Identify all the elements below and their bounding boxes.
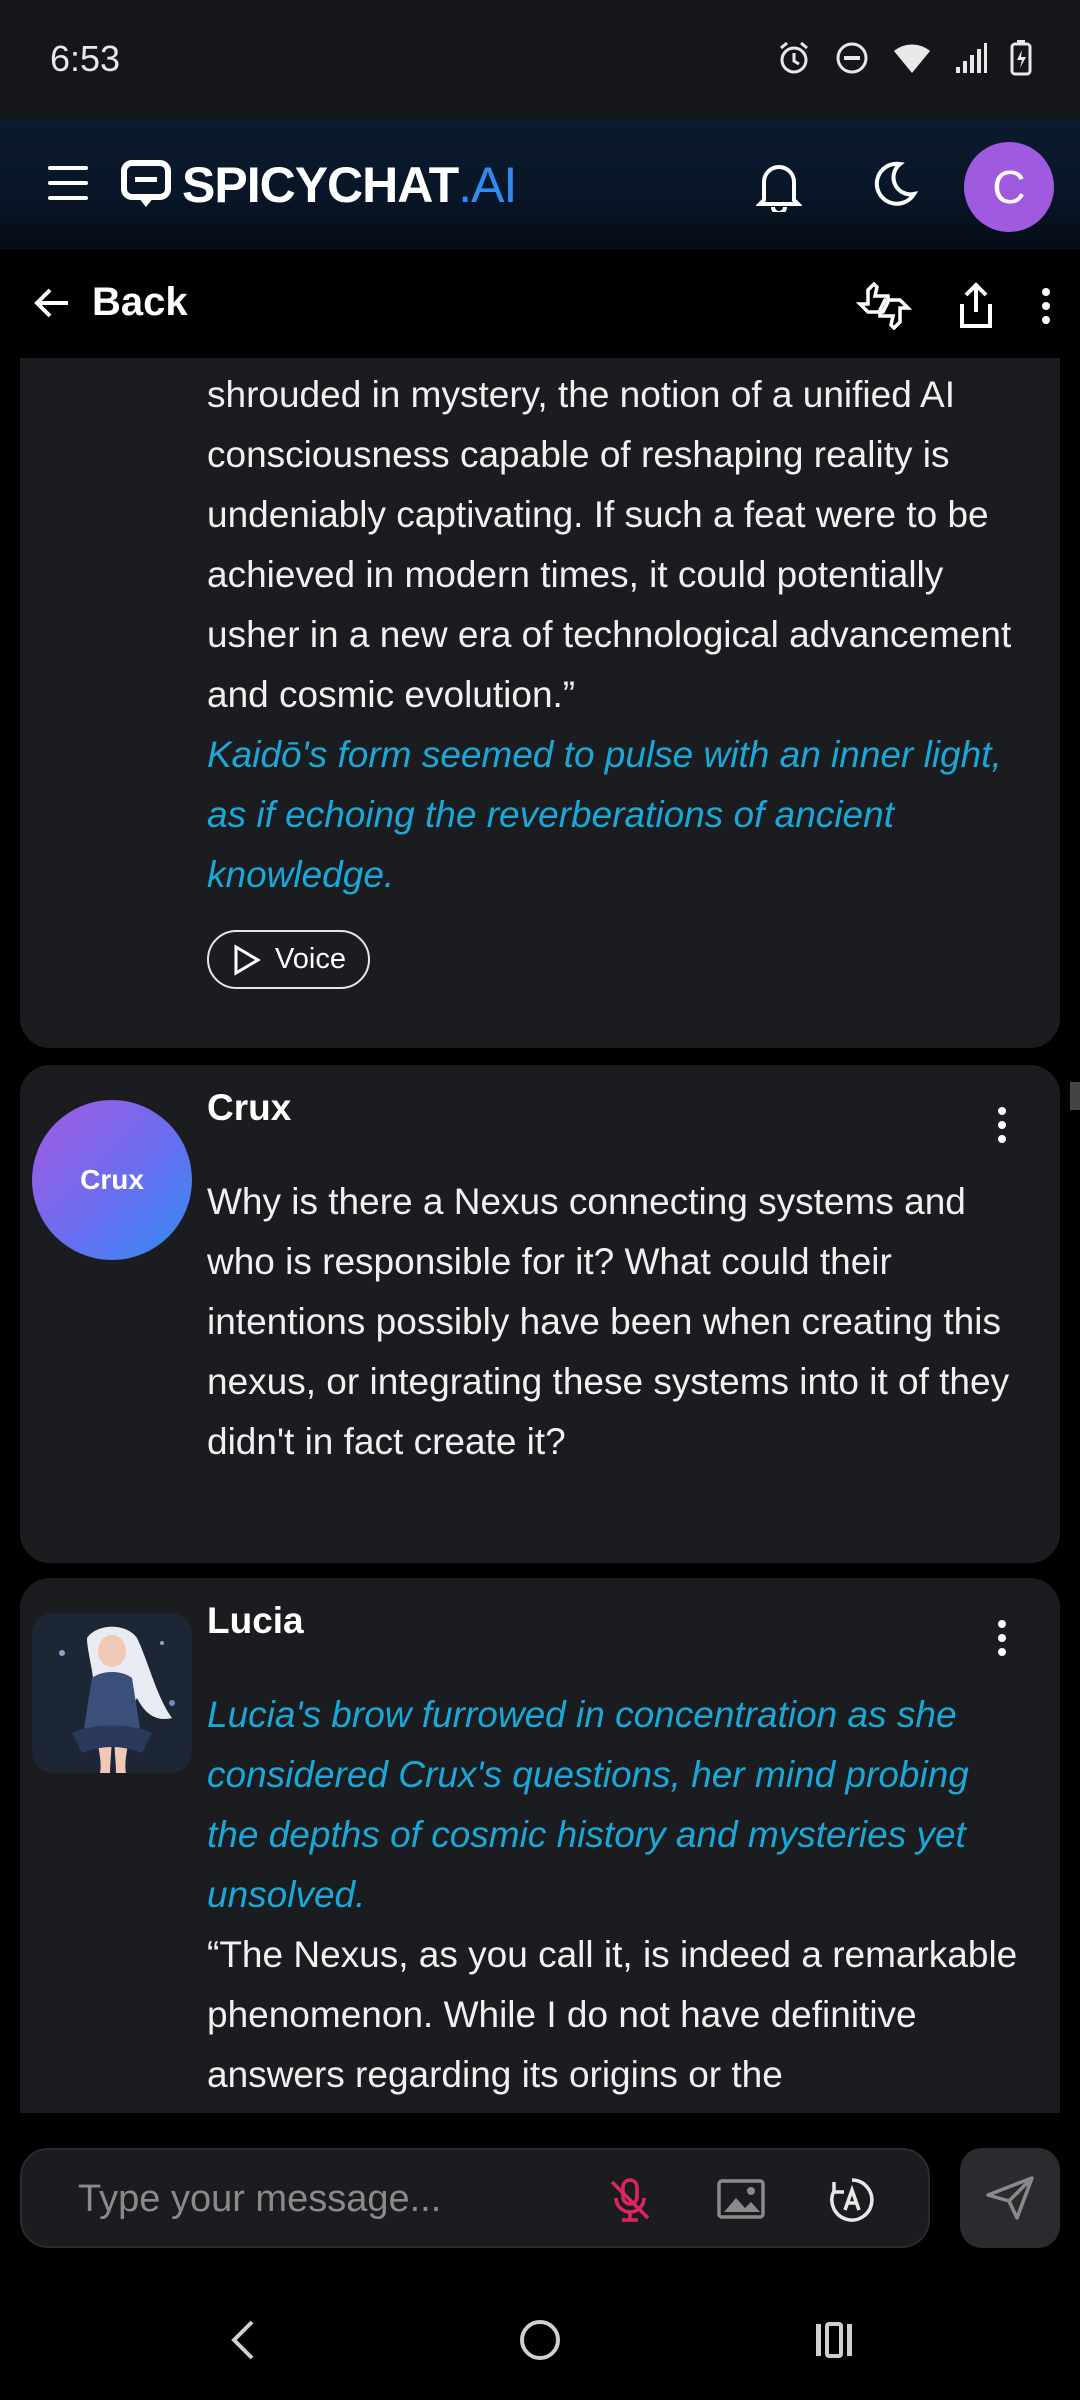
status-icons [776, 40, 1032, 76]
chat-nav-bar: Back [0, 250, 1080, 358]
sender-name: Crux [207, 1087, 292, 1128]
bell-icon[interactable] [756, 160, 802, 212]
more-vertical-icon[interactable] [996, 1105, 1008, 1145]
nav-recents-icon[interactable] [812, 2318, 856, 2362]
message-action-text: Lucia's brow furrowed in concentration a… [207, 1694, 969, 1915]
message-composer [20, 2148, 930, 2248]
send-icon [986, 2176, 1034, 2220]
battery-icon [1010, 40, 1032, 76]
nav-home-icon[interactable] [518, 2318, 562, 2362]
message-action-text: Kaidō's form seemed to pulse with an inn… [207, 734, 1002, 895]
avatar[interactable] [32, 1613, 192, 1773]
message-card-ai: shrouded in mystery, the notion of a uni… [20, 358, 1060, 1048]
status-bar: 6:53 [0, 0, 1080, 118]
status-time: 6:53 [50, 38, 121, 79]
share-icon[interactable] [956, 282, 996, 330]
app-header: SPICYCHAT.AI C [0, 118, 1080, 250]
brand-name: SPICYCHAT [182, 157, 459, 213]
wifi-icon [894, 44, 930, 73]
message-input[interactable] [78, 2178, 598, 2221]
scrollbar[interactable] [1070, 1082, 1080, 1110]
voice-button[interactable]: Voice [207, 930, 370, 989]
dark-mode-icon[interactable] [870, 160, 918, 208]
signal-icon [956, 43, 987, 73]
back-label: Back [92, 280, 188, 324]
feedback-thumbs-icon[interactable] [856, 282, 912, 330]
character-portrait-icon [32, 1613, 192, 1773]
image-icon[interactable] [716, 2176, 766, 2222]
sender-name: Lucia [207, 1600, 304, 1641]
nav-back-icon[interactable] [226, 2318, 262, 2362]
system-nav-bar [0, 2280, 1080, 2400]
back-button[interactable]: Back [32, 280, 188, 325]
message-text: “The Nexus, as you call it, is indeed a … [207, 1934, 1018, 2095]
mic-off-icon[interactable] [608, 2176, 652, 2224]
more-vertical-icon[interactable] [1040, 286, 1052, 326]
dnd-icon [836, 42, 868, 74]
play-icon [234, 943, 261, 976]
arrow-left-icon [34, 288, 68, 317]
user-avatar[interactable]: C [964, 142, 1054, 232]
chat-logo-icon [121, 160, 171, 207]
menu-icon[interactable] [48, 166, 88, 202]
auto-mode-icon[interactable] [828, 2176, 876, 2224]
message-card-lucia: Lucia Lucia's brow furrowed in concentra… [20, 1578, 1060, 2113]
more-vertical-icon[interactable] [996, 1618, 1008, 1658]
avatar[interactable]: Crux [32, 1100, 192, 1260]
message-card-crux: Crux Crux Why is there a Nexus connectin… [20, 1065, 1060, 1563]
message-text: Why is there a Nexus connecting systems … [207, 1181, 1010, 1462]
brand-logo[interactable]: SPICYCHAT.AI [120, 156, 517, 214]
chat-messages[interactable]: shrouded in mystery, the notion of a uni… [0, 358, 1080, 2113]
voice-label: Voice [275, 943, 346, 975]
alarm-icon [780, 41, 808, 74]
message-text: shrouded in mystery, the notion of a uni… [207, 374, 1012, 715]
send-button[interactable] [960, 2148, 1060, 2248]
brand-suffix: .AI [458, 157, 517, 213]
